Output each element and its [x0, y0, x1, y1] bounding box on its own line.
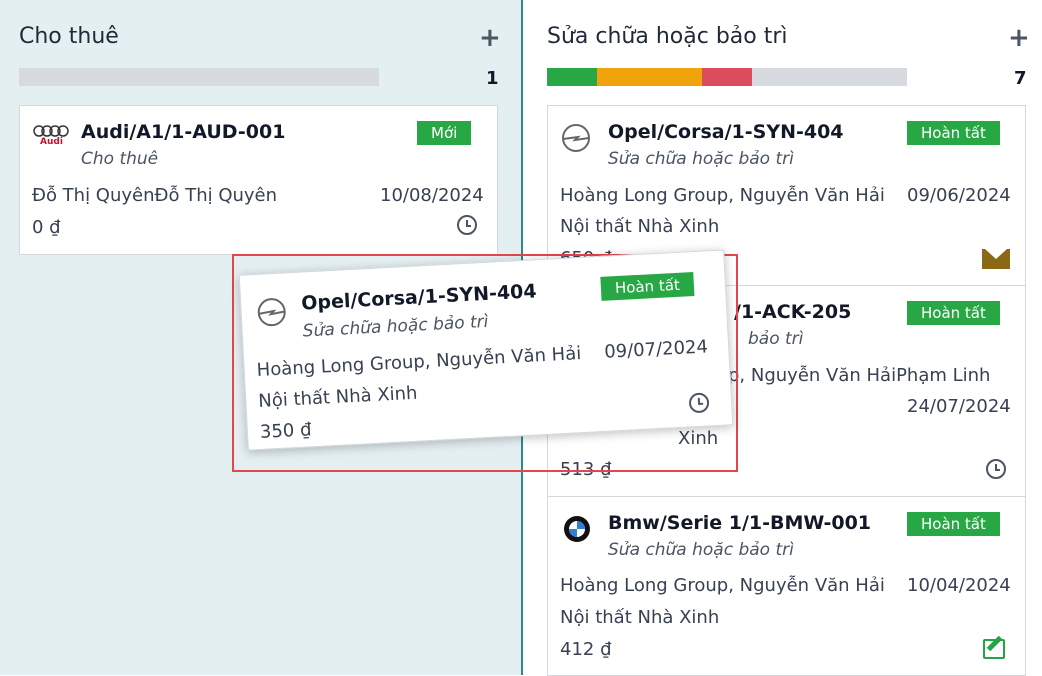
card-date: 10/08/2024 [380, 185, 484, 206]
progress-segment[interactable] [752, 68, 907, 86]
bmw-logo-icon [563, 515, 591, 547]
column-count: 7 [1014, 68, 1027, 89]
column-count: 1 [486, 68, 499, 89]
edit-icon[interactable] [983, 639, 1005, 659]
envelope-icon[interactable] [982, 249, 1010, 269]
card-title: Bmw/Serie 1/1-BMW-001 [608, 512, 872, 534]
dragged-kanban-card[interactable]: Opel/Corsa/1-SYN-404 Hoàn tất Sửa chữa h… [238, 249, 734, 451]
kanban-card[interactable]: Bmw/Serie 1/1-BMW-001 Hoàn tất Sửa chữa … [547, 496, 1026, 676]
card-date: 24/07/2024 [907, 396, 1011, 417]
card-title: Opel/Corsa/1-SYN-404 [300, 280, 538, 315]
card-customer: p, Nguyễn Văn HảiPhạm Linh [728, 365, 991, 386]
card-price: 0 ₫ [32, 217, 61, 238]
card-customer: Đỗ Thị QuyênĐỗ Thị Quyên [32, 185, 278, 206]
card-price: 412 ₫ [560, 639, 612, 660]
card-company: Nội thất Nhà Xinh [560, 216, 720, 237]
opel-logo-icon [255, 295, 289, 333]
card-customer: Hoàng Long Group, Nguyễn Văn Hải [560, 575, 885, 596]
card-title: /1-ACK-205 [734, 301, 852, 323]
card-title: Opel/Corsa/1-SYN-404 [608, 121, 844, 143]
clock-icon[interactable] [688, 392, 710, 414]
card-stage: bảo trì [748, 329, 804, 349]
card-stage: Sửa chữa hoặc bảo trì [302, 311, 489, 342]
opel-logo-icon [560, 122, 592, 158]
card-price: 350 ₫ [259, 419, 313, 443]
card-customer: Hoàng Long Group, Nguyễn Văn Hải [560, 185, 885, 206]
audi-logo-icon: Audi [32, 124, 72, 150]
plus-icon[interactable]: + [1008, 25, 1030, 51]
card-stage: Cho thuê [81, 149, 159, 169]
status-badge: Hoàn tất [907, 301, 1000, 325]
column-progress-bar[interactable] [547, 68, 907, 86]
progress-segment[interactable] [597, 68, 702, 86]
status-badge: Mới [417, 121, 472, 145]
status-badge: Hoàn tất [600, 272, 695, 301]
kanban-card[interactable]: Audi Audi/A1/1-AUD-001 Mới Cho thuê Đỗ T… [19, 105, 498, 255]
column-title: Cho thuê [19, 24, 119, 49]
status-badge: Hoàn tất [907, 512, 1000, 536]
status-badge: Hoàn tất [907, 121, 1000, 145]
card-date: 10/04/2024 [907, 575, 1011, 596]
card-stage: Sửa chữa hoặc bảo trì [608, 540, 794, 560]
clock-icon[interactable] [986, 459, 1006, 479]
card-customer: Hoàng Long Group, Nguyễn Văn Hải [256, 343, 582, 382]
plus-icon[interactable]: + [479, 25, 501, 51]
card-company: Nội thất Nhà Xinh [257, 382, 418, 412]
progress-segment[interactable] [701, 68, 753, 86]
card-company: Nội thất Nhà Xinh [560, 607, 720, 628]
progress-segment[interactable] [547, 68, 598, 86]
card-date: 09/06/2024 [907, 185, 1011, 206]
clock-icon[interactable] [457, 215, 477, 235]
card-date: 09/07/2024 [603, 336, 709, 363]
column-progress-bar[interactable] [19, 68, 379, 86]
progress-segment[interactable] [19, 68, 379, 86]
card-title: Audi/A1/1-AUD-001 [81, 121, 286, 143]
column-title: Sửa chữa hoặc bảo trì [547, 24, 788, 49]
card-stage: Sửa chữa hoặc bảo trì [608, 149, 794, 169]
